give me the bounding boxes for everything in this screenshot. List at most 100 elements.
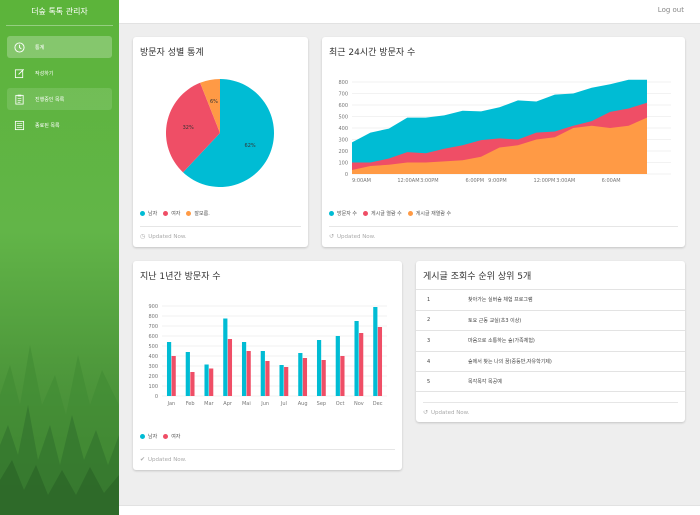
table-row[interactable]: 5 목각목각 목공예 (416, 371, 685, 392)
legend-label: 여자 (171, 211, 181, 217)
yearly-bar-chart: 0 100 200 300 400 500 600 700 800 900 Jan Feb Mar Apr… (148, 304, 387, 407)
table-row[interactable]: 3 마음으로 소통하는 숲(가족체험) (416, 330, 685, 351)
clipboard-icon (15, 94, 24, 104)
card-title: 게시글 조회수 순위 상위 5개 (423, 272, 532, 282)
bar (316, 340, 322, 396)
y-tick-label: 800 (338, 80, 348, 86)
bar (279, 365, 284, 396)
title-cell: 토요 근동 교실(초3 이상) (468, 317, 522, 324)
y-tick-label: 600 (148, 334, 158, 340)
forest-background-image (0, 345, 119, 515)
top5-posts-card: 게시글 조회수 순위 상위 5개 1 찾아가는 실버숲 체험 프로그램 2 토요 근… (416, 261, 685, 422)
bar (246, 351, 251, 396)
x-tick-label: 9:00AM (352, 178, 371, 184)
sidebar-item-ended[interactable]: 종료된 목록 (7, 114, 112, 136)
y-tick-label: 0 (345, 172, 348, 178)
rank-cell: 3 (427, 337, 431, 344)
hourly-area-chart: 01002003004005006007008009:00AM 12:00AM 3:… (338, 79, 671, 184)
y-tick-label: 500 (148, 344, 158, 350)
legend-label: 잘모름. (194, 211, 210, 217)
table-row[interactable]: 2 토요 근동 교실(초3 이상) (416, 309, 685, 331)
history-icon: ↺ (329, 233, 335, 240)
table-row[interactable]: 4 숲에서 찾는 나의 꿈(중등반,자유학기제) (416, 350, 685, 372)
x-tick-label: Sep (317, 401, 326, 407)
updated-text: Updated Now. (148, 456, 187, 463)
history-icon: ↺ (423, 409, 429, 416)
x-tick-label: 12:00PM (534, 178, 556, 184)
sidebar-nav: 통계 작성하기 진행중인 목록 종료된 목록 (0, 26, 119, 136)
updated-text: Updated Now. (337, 233, 376, 240)
y-tick-label: 100 (148, 384, 158, 390)
legend-item: 방문자 수 (329, 210, 357, 217)
bar (204, 364, 209, 396)
legend-item: 게시글 열람 수 (363, 210, 402, 217)
bar (171, 356, 176, 396)
bar (166, 342, 172, 396)
legend-item: 여자 (163, 433, 180, 440)
pie-legend: 남자 여자 잘모름. (140, 210, 216, 217)
y-tick-label: 700 (148, 324, 158, 330)
bar (359, 333, 364, 396)
bar (190, 372, 195, 396)
x-tick-label: Jan (167, 401, 176, 407)
clock-icon: ◷ (140, 233, 146, 240)
y-tick-label: 100 (338, 160, 348, 166)
bar (321, 360, 326, 396)
bar (241, 342, 247, 396)
title-cell: 마음으로 소통하는 숲(가족체험) (468, 338, 535, 345)
bar (223, 318, 228, 396)
top5-table: 1 찾아가는 실버숲 체험 프로그램 2 토요 근동 교실(초3 이상) 3 마음으로… (416, 289, 685, 392)
hourly-visitors-card: 최근 24시간 방문자 수 0 100 200 300 400 500 600 700 800 9… (322, 37, 685, 247)
legend-label: 여자 (171, 434, 181, 440)
sidebar-item-ongoing[interactable]: 진행중인 목록 (7, 88, 112, 110)
bar (185, 352, 190, 396)
x-tick-label: 9:00PM (488, 178, 507, 184)
rank-cell: 2 (427, 317, 431, 324)
title-cell: 목각목각 목공예 (468, 379, 502, 386)
x-tick-label: Jun (260, 401, 269, 407)
bar (227, 339, 233, 396)
sidebar-item-label: 작성하기 (35, 70, 54, 77)
clock-icon (14, 41, 25, 53)
sidebar-item-stats[interactable]: 통계 (7, 36, 112, 58)
bar (298, 353, 303, 396)
bar (373, 307, 378, 396)
sidebar-item-write[interactable]: 작성하기 (7, 62, 112, 84)
table-row[interactable]: 1 찾아가는 실버숲 체험 프로그램 (416, 289, 685, 310)
bar (260, 351, 265, 396)
updated-text: Updated Now. (148, 233, 187, 240)
gender-stats-card: 방문자 성별 통계 62% 32% 6% 남자 여자 잘모름. ◷ Updated … (133, 37, 308, 247)
rank-cell: 4 (427, 358, 431, 365)
sidebar-item-label: 진행중인 목록 (35, 96, 65, 103)
bar (377, 327, 383, 396)
legend-label: 게시글 재열람 수 (415, 211, 452, 217)
slice-label: 6% (210, 99, 218, 105)
card-title: 방문자 성별 통계 (140, 48, 204, 58)
app-title: 더숲 톡톡 관리자 (6, 0, 113, 26)
title-cell: 찾아가는 실버숲 체험 프로그램 (468, 297, 533, 304)
legend-label: 게시글 열람 수 (371, 211, 402, 217)
x-tick-label: 3:00AM (556, 178, 575, 184)
x-tick-label: 6:00PM (465, 178, 484, 184)
bar (284, 367, 289, 396)
sidebar-item-label: 종료된 목록 (35, 122, 60, 129)
card-footer: ◷ Updated Now. (140, 226, 301, 240)
legend-label: 남자 (148, 434, 158, 440)
sidebar: 더숲 톡톡 관리자 통계 작성하기 진행중인 목록 종료된 목록 (0, 0, 119, 515)
legend-item: 게시글 재열람 수 (407, 210, 452, 217)
x-tick-label: Dec (373, 401, 383, 407)
y-tick-label: 200 (148, 374, 158, 380)
bar (340, 356, 345, 396)
x-tick-label: Mar (204, 401, 214, 407)
bar (265, 361, 270, 396)
rank-cell: 1 (427, 296, 431, 303)
legend-item: 남자 (140, 433, 157, 440)
y-tick-label: 300 (148, 364, 158, 370)
logout-link[interactable]: Log out (658, 6, 684, 14)
x-tick-label: Oct (336, 401, 345, 407)
bottom-bar (119, 505, 700, 515)
legend-label: 남자 (148, 211, 158, 217)
y-tick-label: 400 (338, 126, 348, 132)
x-tick-label: Aug (298, 401, 308, 407)
legend-item: 여자 (163, 210, 180, 217)
